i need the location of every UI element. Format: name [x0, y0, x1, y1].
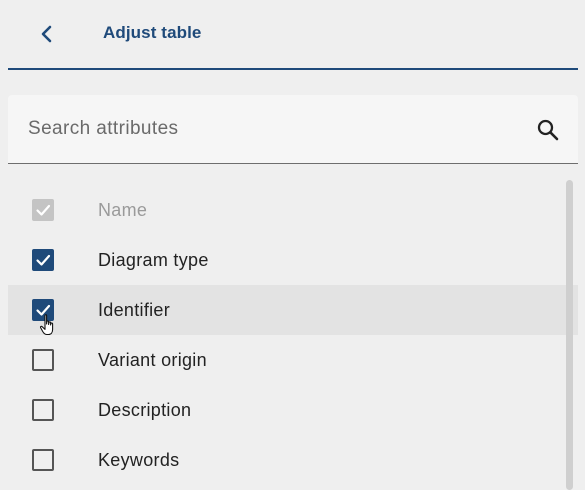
page-title: Adjust table — [103, 23, 202, 42]
attribute-checkbox[interactable] — [32, 199, 54, 221]
list-item: Variant origin — [8, 335, 568, 385]
attribute-list: Name Diagram type Identifier Variant ori… — [8, 185, 578, 485]
attribute-checkbox[interactable] — [32, 399, 54, 421]
attribute-label: Identifier — [98, 300, 171, 320]
panel-header: Adjust table — [8, 0, 578, 70]
attribute-label: Name — [98, 200, 148, 220]
attribute-checkbox[interactable] — [32, 349, 54, 371]
list-item: Keywords — [8, 435, 568, 485]
back-button[interactable] — [32, 20, 62, 48]
hand-pointer-icon — [39, 314, 54, 336]
check-icon — [36, 204, 51, 216]
search-field — [8, 95, 578, 164]
attribute-label: Variant origin — [98, 350, 207, 370]
attribute-label: Description — [98, 400, 192, 420]
attribute-checkbox[interactable] — [32, 249, 54, 271]
scrollbar[interactable] — [566, 180, 573, 490]
attribute-checkbox[interactable] — [32, 449, 54, 471]
attribute-label: Keywords — [98, 450, 180, 470]
attribute-label: Diagram type — [98, 250, 209, 270]
chevron-left-icon — [41, 25, 52, 43]
search-icon[interactable] — [536, 118, 560, 142]
check-icon — [36, 254, 51, 266]
list-item: Identifier — [8, 285, 578, 336]
list-item: Diagram type — [8, 235, 568, 285]
list-item: Name — [8, 185, 568, 235]
list-item: Description — [8, 385, 568, 435]
search-input[interactable] — [8, 95, 518, 163]
